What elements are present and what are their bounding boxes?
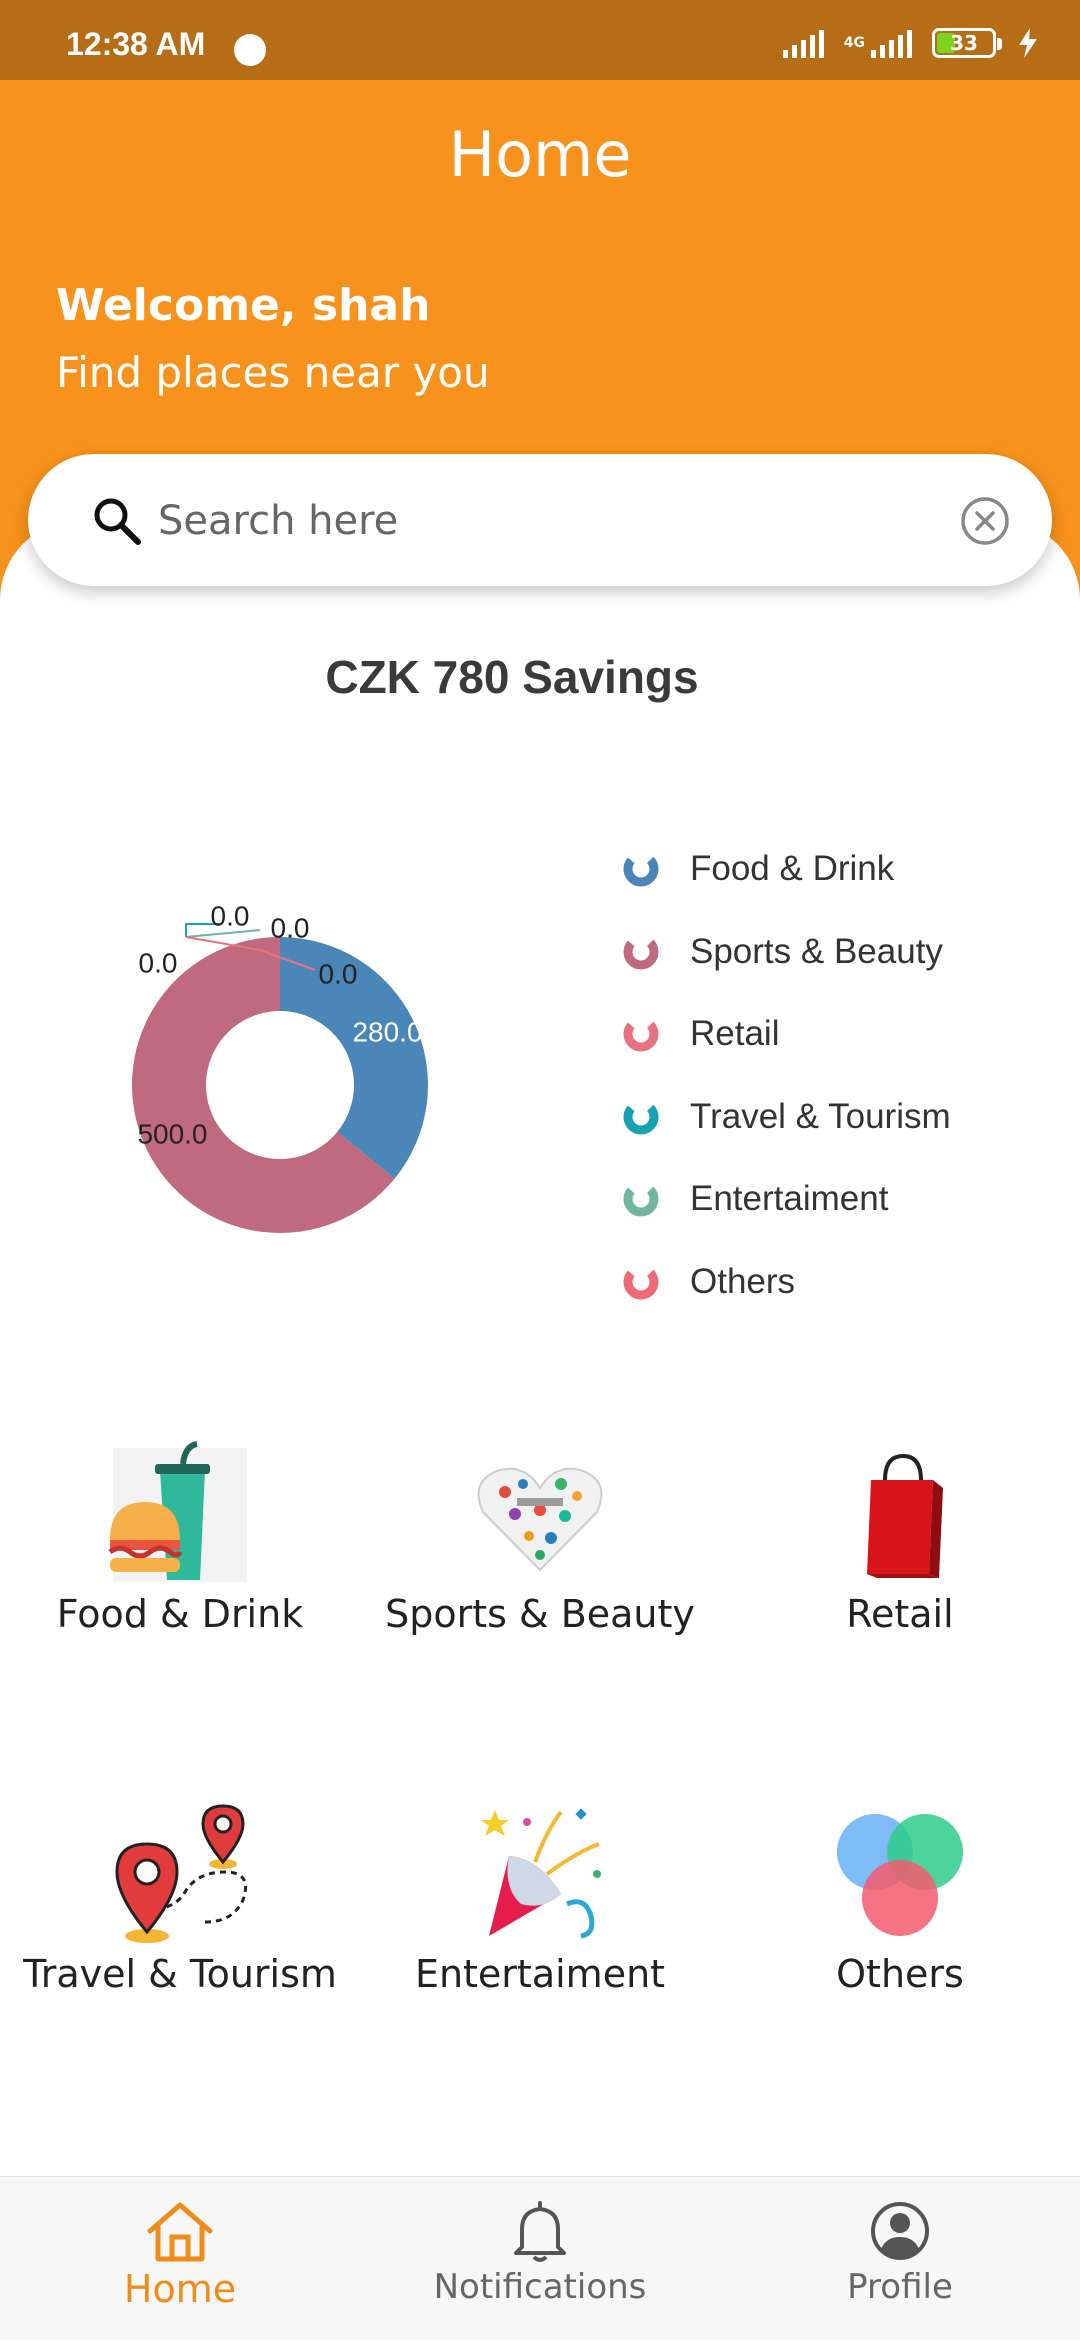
data-label-travel-tourism: 0.0: [211, 900, 250, 931]
food-drink-icon: [108, 1441, 247, 1582]
chart-legend: Food & Drink Sports & Beauty Retail Trav…: [620, 828, 1060, 1323]
category-label: Food & Drink: [56, 1592, 304, 1636]
legend-swatch-icon: [623, 934, 659, 970]
search-icon[interactable]: [90, 494, 146, 550]
welcome-text: Welcome, shah: [56, 280, 431, 331]
legend-label: Travel & Tourism: [690, 1096, 951, 1136]
data-label-retail: 0.0: [139, 947, 178, 978]
nav-label: Home: [123, 2267, 237, 2311]
legend-item: Retail: [620, 993, 1060, 1076]
network-type: 4G: [843, 35, 865, 51]
party-popper-icon: [481, 1808, 601, 1939]
battery-icon: 33: [932, 28, 1002, 58]
category-travel-tourism[interactable]: Travel & Tourism: [0, 1800, 360, 1996]
savings-title: CZK 780 Savings: [325, 651, 699, 703]
nav-profile[interactable]: Profile: [720, 2177, 1080, 2341]
nav-label: Notifications: [433, 2267, 647, 2307]
venn-circles-icon: [837, 1814, 963, 1936]
category-entertaiment[interactable]: Entertaiment: [360, 1800, 720, 1996]
category-others[interactable]: Others: [720, 1800, 1080, 1996]
data-label-others: 0.0: [319, 958, 358, 989]
legend-swatch-icon: [623, 1264, 659, 1300]
search-input[interactable]: [158, 482, 948, 560]
data-label-sports-beauty: 500.0: [137, 1118, 207, 1149]
legend-label: Others: [690, 1261, 796, 1301]
category-label: Entertaiment: [414, 1952, 666, 1996]
nav-home[interactable]: Home: [0, 2177, 360, 2341]
charging-icon: [1019, 28, 1037, 58]
category-label: Sports & Beauty: [385, 1592, 695, 1636]
travel-pins-icon: [115, 1804, 248, 1943]
legend-item: Travel & Tourism: [620, 1076, 1060, 1159]
legend-item: Others: [620, 1241, 1060, 1324]
signal-icon-2: [871, 28, 912, 58]
legend-swatch-icon: [623, 1016, 659, 1052]
legend-item: Entertaiment: [620, 1158, 1060, 1241]
battery-level: 33: [950, 31, 978, 55]
legend-swatch-icon: [623, 851, 659, 887]
status-time: 12:38 AM: [66, 26, 206, 62]
category-food-drink[interactable]: Food & Drink: [0, 1440, 360, 1636]
category-label: Travel & Tourism: [23, 1952, 337, 1996]
bottom-navigation: Home Notifications Profile: [0, 2176, 1080, 2340]
subtitle-text: Find places near you: [56, 348, 490, 397]
search-bar[interactable]: [28, 454, 1052, 586]
bell-icon: [514, 2201, 566, 2262]
page-title: Home: [448, 118, 632, 191]
retail-bag-icon: [867, 1453, 943, 1578]
sports-beauty-icon: [477, 1467, 603, 1572]
data-label-food-drink: 280.0: [352, 1016, 422, 1047]
home-icon: [147, 2202, 213, 2262]
savings-donut-chart: 280.0 500.0 0.0 0.0 0.0 0.0: [132, 900, 429, 1233]
legend-label: Sports & Beauty: [690, 931, 943, 971]
legend-item: Sports & Beauty: [620, 911, 1060, 994]
clear-icon[interactable]: [958, 494, 1012, 548]
nav-notifications[interactable]: Notifications: [360, 2177, 720, 2341]
legend-swatch-icon: [623, 1099, 659, 1135]
legend-item: Food & Drink: [620, 828, 1060, 911]
legend-label: Retail: [690, 1014, 780, 1054]
category-sports-beauty[interactable]: Sports & Beauty: [360, 1440, 720, 1636]
legend-swatch-icon: [623, 1181, 659, 1217]
category-label: Others: [836, 1952, 964, 1996]
data-label-entertaiment: 0.0: [271, 912, 310, 943]
signal-icon: [782, 28, 824, 58]
category-label: Retail: [846, 1592, 954, 1636]
status-bar: 12:38 AM 4G 33: [0, 0, 1080, 80]
legend-label: Entertaiment: [690, 1179, 889, 1219]
category-retail[interactable]: Retail: [720, 1440, 1080, 1636]
nav-label: Profile: [847, 2267, 953, 2307]
app-notification-icon: [234, 34, 266, 66]
legend-label: Food & Drink: [690, 849, 895, 889]
profile-icon: [871, 2202, 929, 2260]
